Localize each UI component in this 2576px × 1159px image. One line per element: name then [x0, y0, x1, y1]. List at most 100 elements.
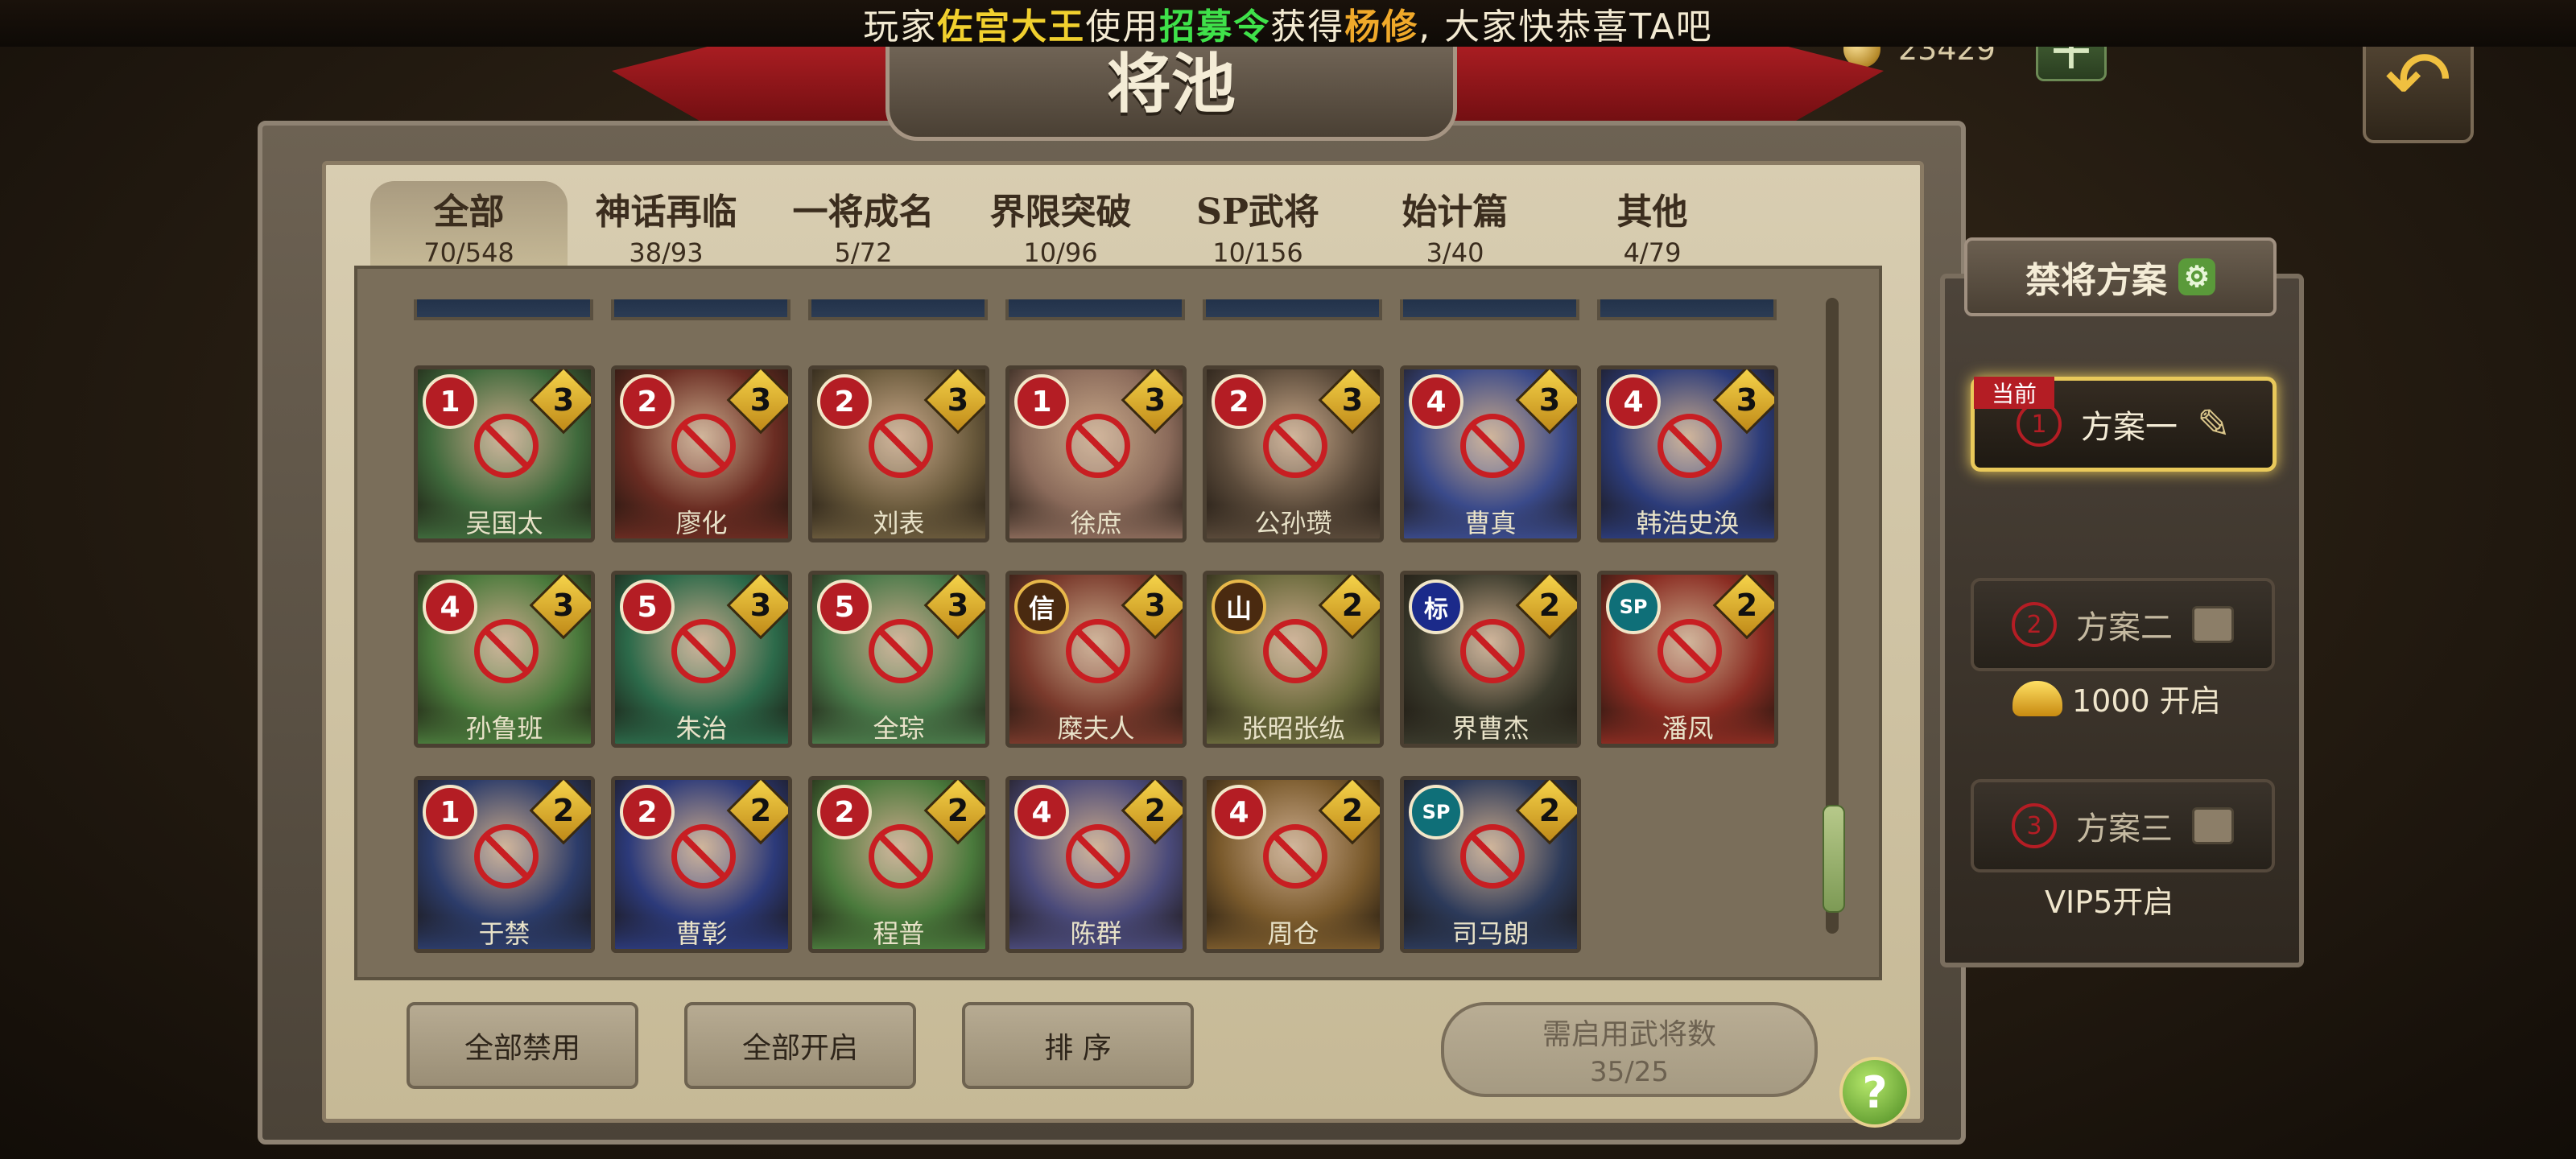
banner-text-1: 玩家: [863, 6, 938, 47]
hero-name: 陈群: [1009, 915, 1183, 949]
rarity-badge: SP: [1606, 580, 1661, 634]
scrollbar-thumb[interactable]: [1823, 805, 1845, 913]
help-button[interactable]: ?: [1839, 1057, 1910, 1128]
hero-card[interactable]: 4 2 周仓: [1203, 776, 1384, 953]
hero-card[interactable]: 4 2 陈群: [1005, 776, 1187, 953]
cost-value: 3: [947, 382, 969, 418]
banner-hero: 杨修: [1344, 6, 1419, 47]
tab-label: 一将成名: [792, 192, 935, 233]
required-heroes-value: 35/25: [1590, 1056, 1669, 1088]
hero-name: 徐庶: [1009, 505, 1183, 538]
tab-limit-break[interactable]: 界限突破 10/96: [962, 181, 1159, 270]
hero-card[interactable]: 2 3 刘表: [808, 365, 989, 542]
hero-card[interactable]: 4 3 韩浩史涣: [1597, 365, 1778, 542]
tab-count: 10/96: [1023, 237, 1098, 268]
hero-card[interactable]: 信 3 糜夫人: [1005, 571, 1187, 748]
hero-card[interactable]: 2 2 曹彰: [611, 776, 792, 953]
banner-text-4: , 大家快恭喜TA吧: [1418, 6, 1713, 47]
tab-count: 10/156: [1212, 237, 1303, 268]
tab-shiji[interactable]: 始计篇 3/40: [1356, 181, 1554, 270]
hero-card[interactable]: 5 3 全琮: [808, 571, 989, 748]
partial-hero-card: [1203, 299, 1382, 320]
banned-icon: [869, 824, 933, 889]
tab-label: 始计篇: [1402, 192, 1509, 233]
partial-hero-card: [1400, 299, 1579, 320]
hero-name: 朱治: [615, 710, 788, 744]
hero-name: 孙鲁班: [418, 710, 591, 744]
partial-hero-card: [1597, 299, 1777, 320]
hero-name: 于禁: [418, 915, 591, 949]
hero-card[interactable]: 4 3 孙鲁班: [414, 571, 595, 748]
hero-name: 周仓: [1207, 915, 1380, 949]
cost-value: 3: [1144, 382, 1166, 418]
rarity-badge: 2: [1212, 374, 1266, 429]
rarity-badge: 2: [817, 785, 872, 839]
partial-hero-card: [414, 299, 593, 320]
banned-icon: [671, 414, 736, 478]
hero-card[interactable]: 2 3 公孙瓒: [1203, 365, 1384, 542]
tab-count: 70/548: [423, 237, 514, 268]
banned-icon: [1263, 414, 1327, 478]
tab-other[interactable]: 其他 4/79: [1554, 181, 1751, 270]
cost-value: 2: [1144, 793, 1166, 828]
tab-all[interactable]: 全部 70/548: [370, 181, 568, 270]
hero-card[interactable]: 4 3 曹真: [1400, 365, 1581, 542]
banned-icon: [1460, 414, 1525, 478]
hero-name: 曹彰: [615, 915, 788, 949]
hero-card[interactable]: 1 2 于禁: [414, 776, 595, 953]
tab-sp[interactable]: SP武将 10/156: [1159, 181, 1356, 270]
banner-text-2: 使用: [1085, 6, 1160, 47]
partial-hero-card: [808, 299, 988, 320]
hero-name: 吴国太: [418, 505, 591, 538]
tab-myth[interactable]: 神话再临 38/93: [568, 181, 765, 270]
enable-all-button[interactable]: 全部开启: [684, 1002, 916, 1089]
cost-value: 2: [749, 793, 772, 828]
hero-name: 程普: [812, 915, 985, 949]
banner-text-3: 获得: [1270, 6, 1345, 47]
hero-card[interactable]: SP 2 潘凤: [1597, 571, 1778, 748]
cost-value: 2: [552, 793, 575, 828]
sort-button[interactable]: 排 序: [962, 1002, 1194, 1089]
cost-value: 2: [947, 793, 969, 828]
cost-value: 2: [1538, 588, 1561, 623]
hero-card[interactable]: 1 3 吴国太: [414, 365, 595, 542]
cost-value: 3: [552, 588, 575, 623]
brush-icon: ✎: [2197, 401, 2231, 448]
gear-icon[interactable]: ⚙: [2178, 258, 2215, 295]
hero-card[interactable]: 2 3 廖化: [611, 365, 792, 542]
lock-icon: [2192, 807, 2234, 844]
cost-value: 3: [1144, 588, 1166, 623]
plan-label: 方案二: [2076, 609, 2173, 646]
hero-name: 公孙瓒: [1207, 505, 1380, 538]
back-arrow-icon: ↶: [2384, 32, 2452, 127]
plan-two-unlock-text: 1000 开启: [2072, 683, 2221, 719]
plan-three-button[interactable]: 3 方案三: [1971, 779, 2275, 872]
banned-icon: [1460, 619, 1525, 683]
hero-card[interactable]: 2 2 程普: [808, 776, 989, 953]
cost-value: 2: [1736, 588, 1758, 623]
hero-card[interactable]: 标 2 界曹杰: [1400, 571, 1581, 748]
banned-icon: [1657, 619, 1722, 683]
rarity-badge: 标: [1409, 580, 1463, 634]
hero-card[interactable]: 山 2 张昭张纮: [1203, 571, 1384, 748]
ban-plan-header: 禁将方案 ⚙: [1964, 237, 2277, 316]
hero-card[interactable]: SP 2 司马朗: [1400, 776, 1581, 953]
plan-number: 2: [2012, 602, 2057, 647]
hero-name: 韩浩史涣: [1601, 505, 1774, 538]
plan-two-button[interactable]: 2 方案二: [1971, 578, 2275, 671]
hero-card[interactable]: 1 3 徐庶: [1005, 365, 1187, 542]
banned-icon: [1066, 414, 1130, 478]
ban-all-button[interactable]: 全部禁用: [407, 1002, 638, 1089]
tab-famous[interactable]: 一将成名 5/72: [765, 181, 962, 270]
rarity-badge: 5: [817, 580, 872, 634]
tab-count: 38/93: [629, 237, 704, 268]
tab-label: 界限突破: [989, 192, 1132, 233]
banned-icon: [869, 414, 933, 478]
banner-item: 招募令: [1159, 6, 1271, 47]
hero-name: 刘表: [812, 505, 985, 538]
hero-card[interactable]: 5 3 朱治: [611, 571, 792, 748]
cost-value: 2: [1538, 793, 1561, 828]
banned-icon: [1657, 414, 1722, 478]
gold-ingot-icon: [2013, 680, 2062, 716]
banned-icon: [869, 619, 933, 683]
